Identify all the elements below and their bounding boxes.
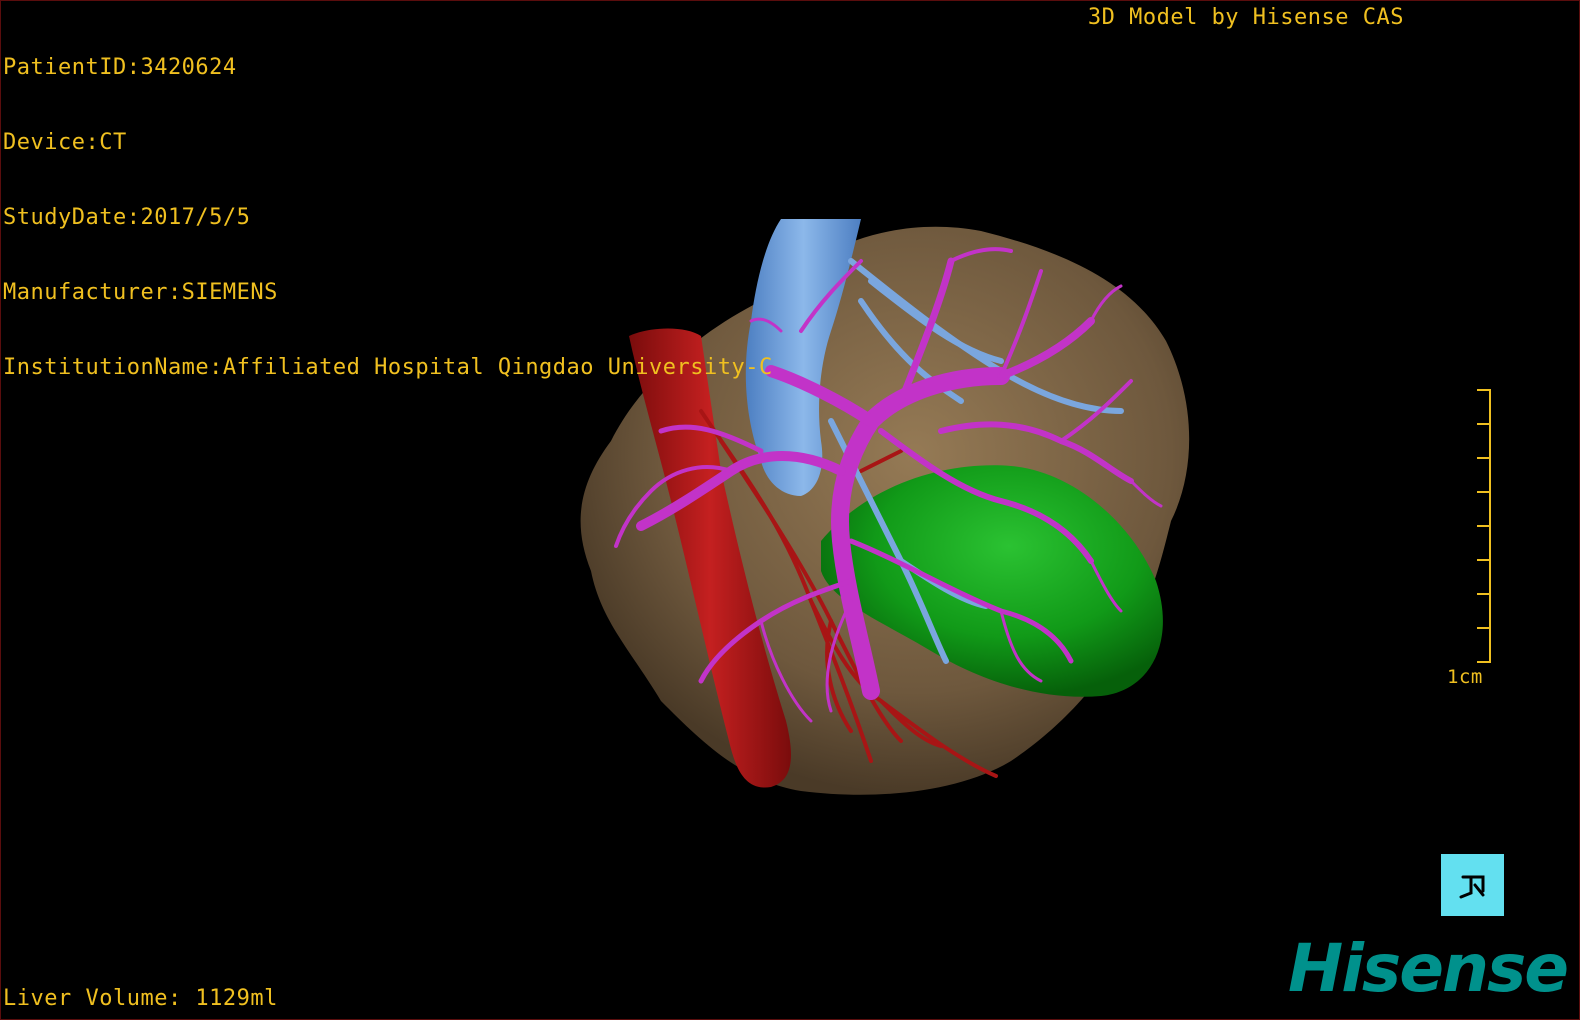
patient-id-label: PatientID:3420624 [3, 55, 237, 80]
manufacturer-label: Manufacturer:SIEMENS [3, 280, 278, 305]
patient-info: PatientID:3420624 Device:CT StudyDate:20… [3, 5, 773, 430]
hisense-logo: Hisense [1288, 930, 1569, 1007]
orientation-button[interactable] [1441, 854, 1504, 916]
liver-volume-label: Liver Volume: 1129ml [3, 986, 278, 1011]
model-credit: 3D Model by Hisense CAS [1087, 5, 1404, 30]
institution-label: InstitutionName:Affiliated Hospital Qing… [3, 355, 773, 380]
device-label: Device:CT [3, 130, 127, 155]
scale-label: 1cm [1447, 666, 1483, 688]
body-orientation-icon [1459, 875, 1484, 899]
study-date-label: StudyDate:2017/5/5 [3, 205, 251, 230]
render-viewport[interactable]: PatientID:3420624 Device:CT StudyDate:20… [0, 0, 1580, 1020]
scale-bar [1477, 389, 1491, 663]
